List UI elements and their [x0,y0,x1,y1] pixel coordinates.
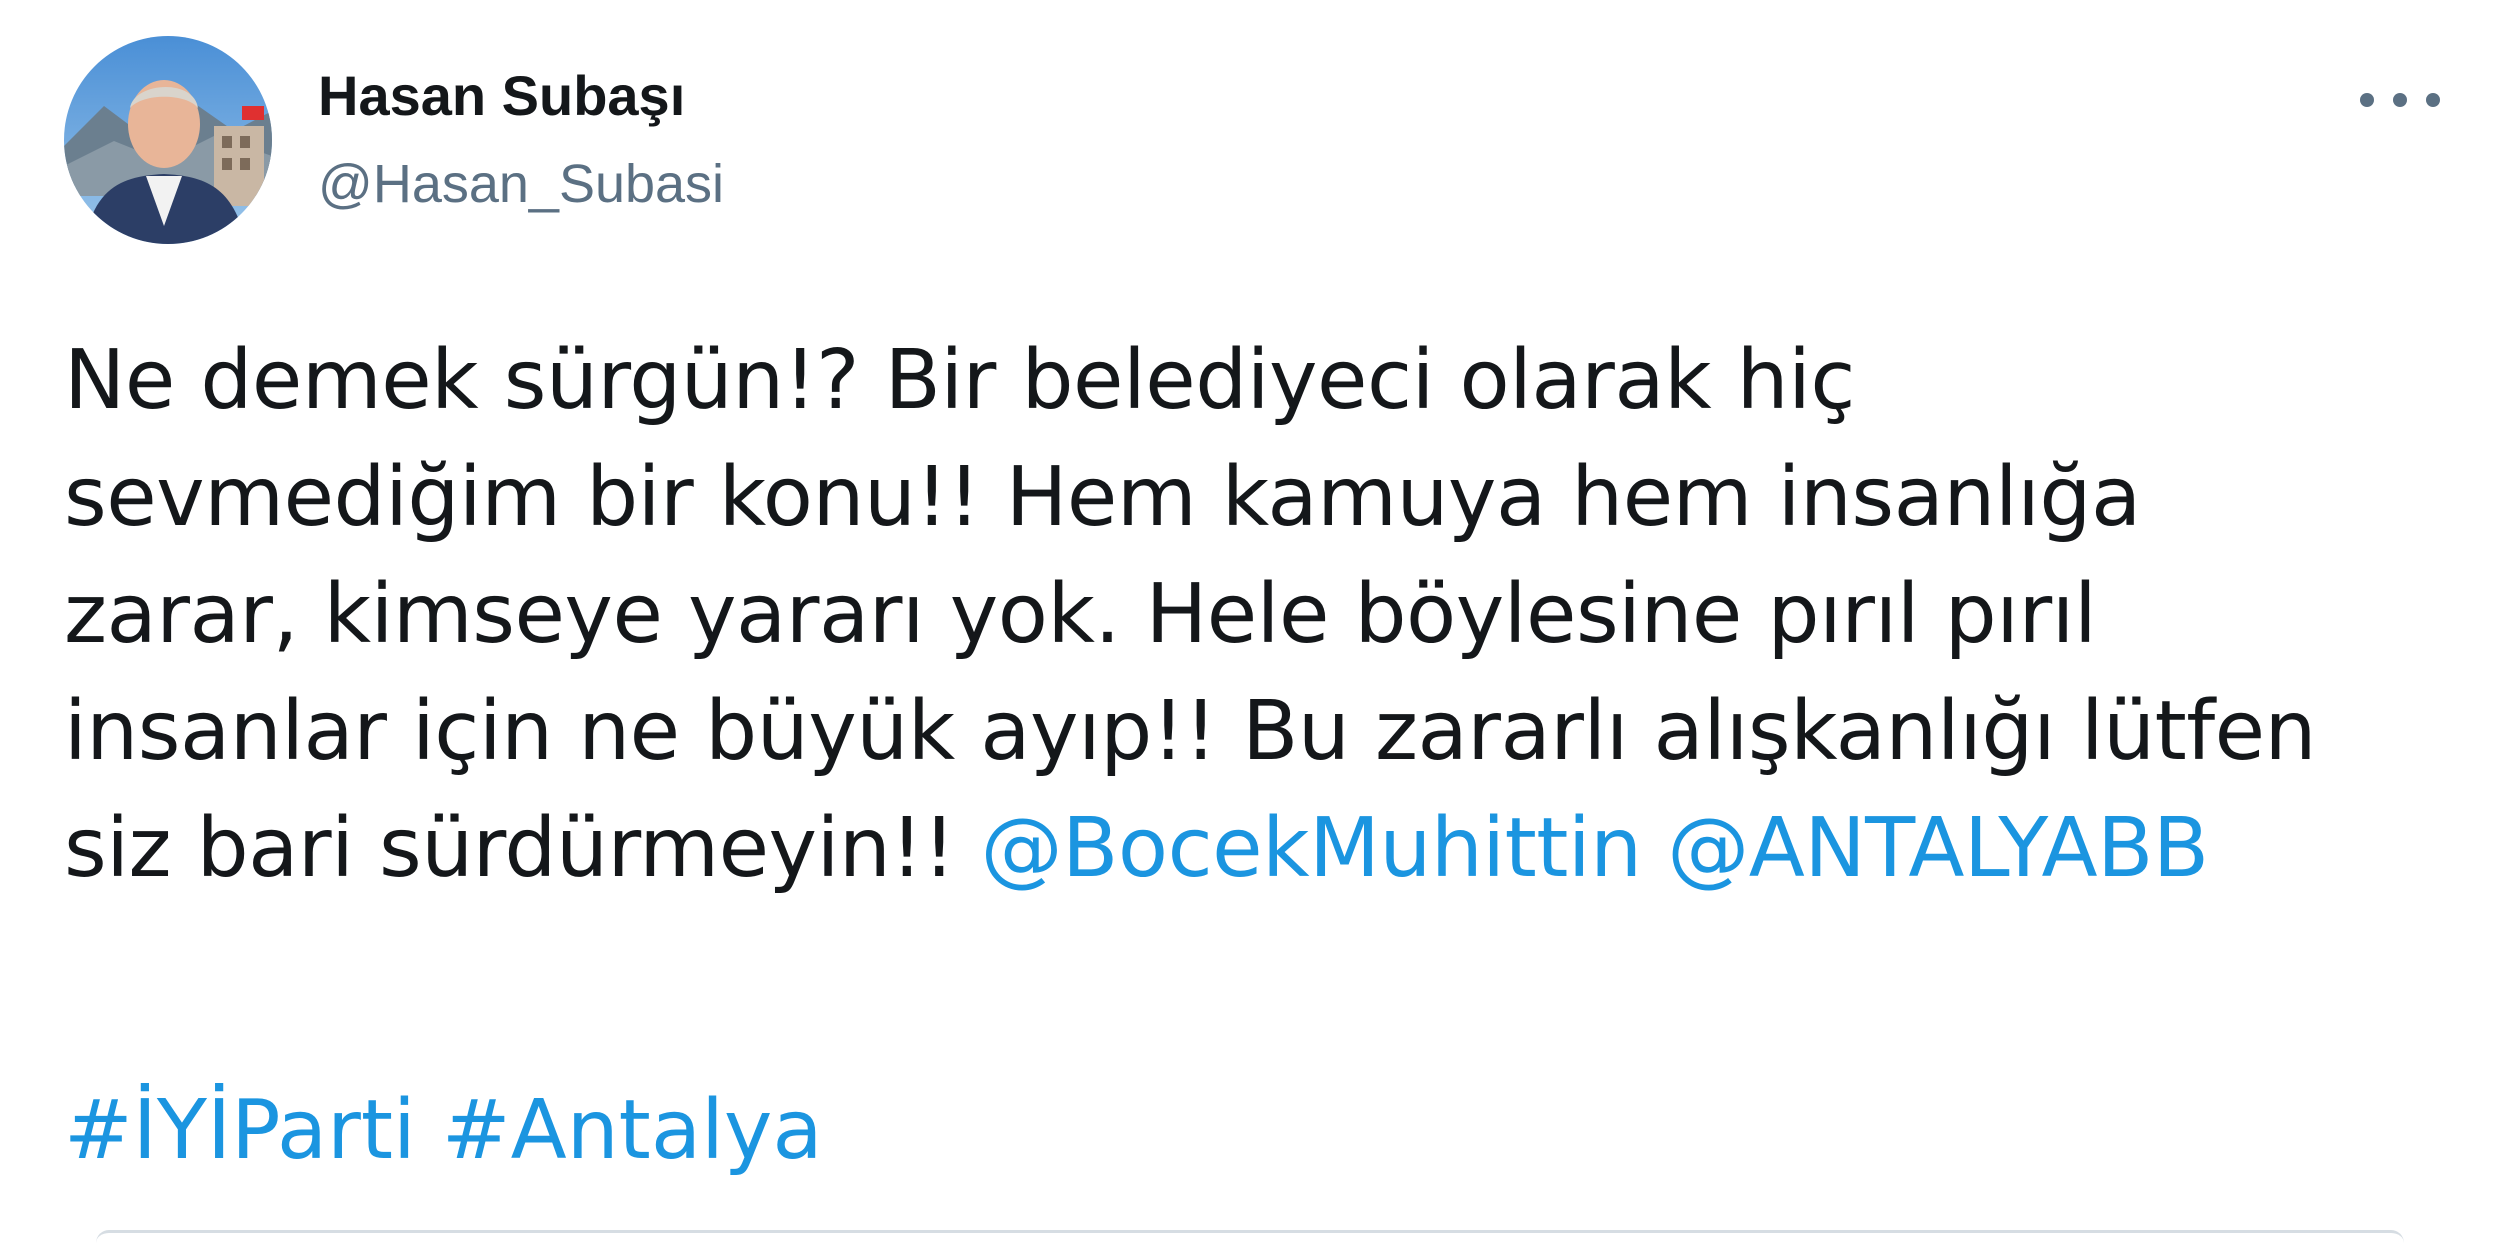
tweet-card: Hasan Subaşı @Hasan_Subasi Ne demek sürg… [0,0,2500,1243]
tweet-header: Hasan Subaşı @Hasan_Subasi [64,36,2460,246]
author-handle[interactable]: @Hasan_Subasi [318,152,724,216]
more-dots-icon [2426,93,2440,107]
author-display-name[interactable]: Hasan Subaşı [318,64,724,128]
hashtag-row: #İYİParti #Antalya [64,1072,823,1189]
avatar[interactable] [64,36,272,244]
tweet-text: Ne demek sürgün!? Bir belediyeci olarak … [64,322,2484,907]
mention-link[interactable]: @ANTALYABB [1667,801,2209,896]
more-dots-icon [2393,93,2407,107]
more-options-button[interactable] [2360,80,2440,120]
hashtag-link[interactable]: #İYİParti [64,1083,416,1178]
tweet-text-segment: siz bari sürdürmeyin!! [64,801,981,896]
author-info[interactable]: Hasan Subaşı @Hasan_Subasi [318,64,724,216]
profile-photo-icon [64,36,272,244]
embedded-card-edge [96,1230,2404,1243]
tweet-text-line: Ne demek sürgün!? Bir belediyeci olarak … [64,333,1856,428]
tweet-text-line: sevmediğim bir konu!! Hem kamuya hem ins… [64,450,2141,545]
tweet-text-line: zarar, kimseye yararı yok. Hele böylesin… [64,567,2097,662]
tweet-text-line-last: siz bari sürdürmeyin!! @BocekMuhittin @A… [64,790,2484,907]
tweet-text-line: insanlar için ne büyük ayıp!! Bu zararlı… [64,684,2317,779]
hashtag-link[interactable]: #Antalya [442,1083,823,1178]
more-dots-icon [2360,93,2374,107]
mention-link[interactable]: @BocekMuhittin [981,801,1642,896]
